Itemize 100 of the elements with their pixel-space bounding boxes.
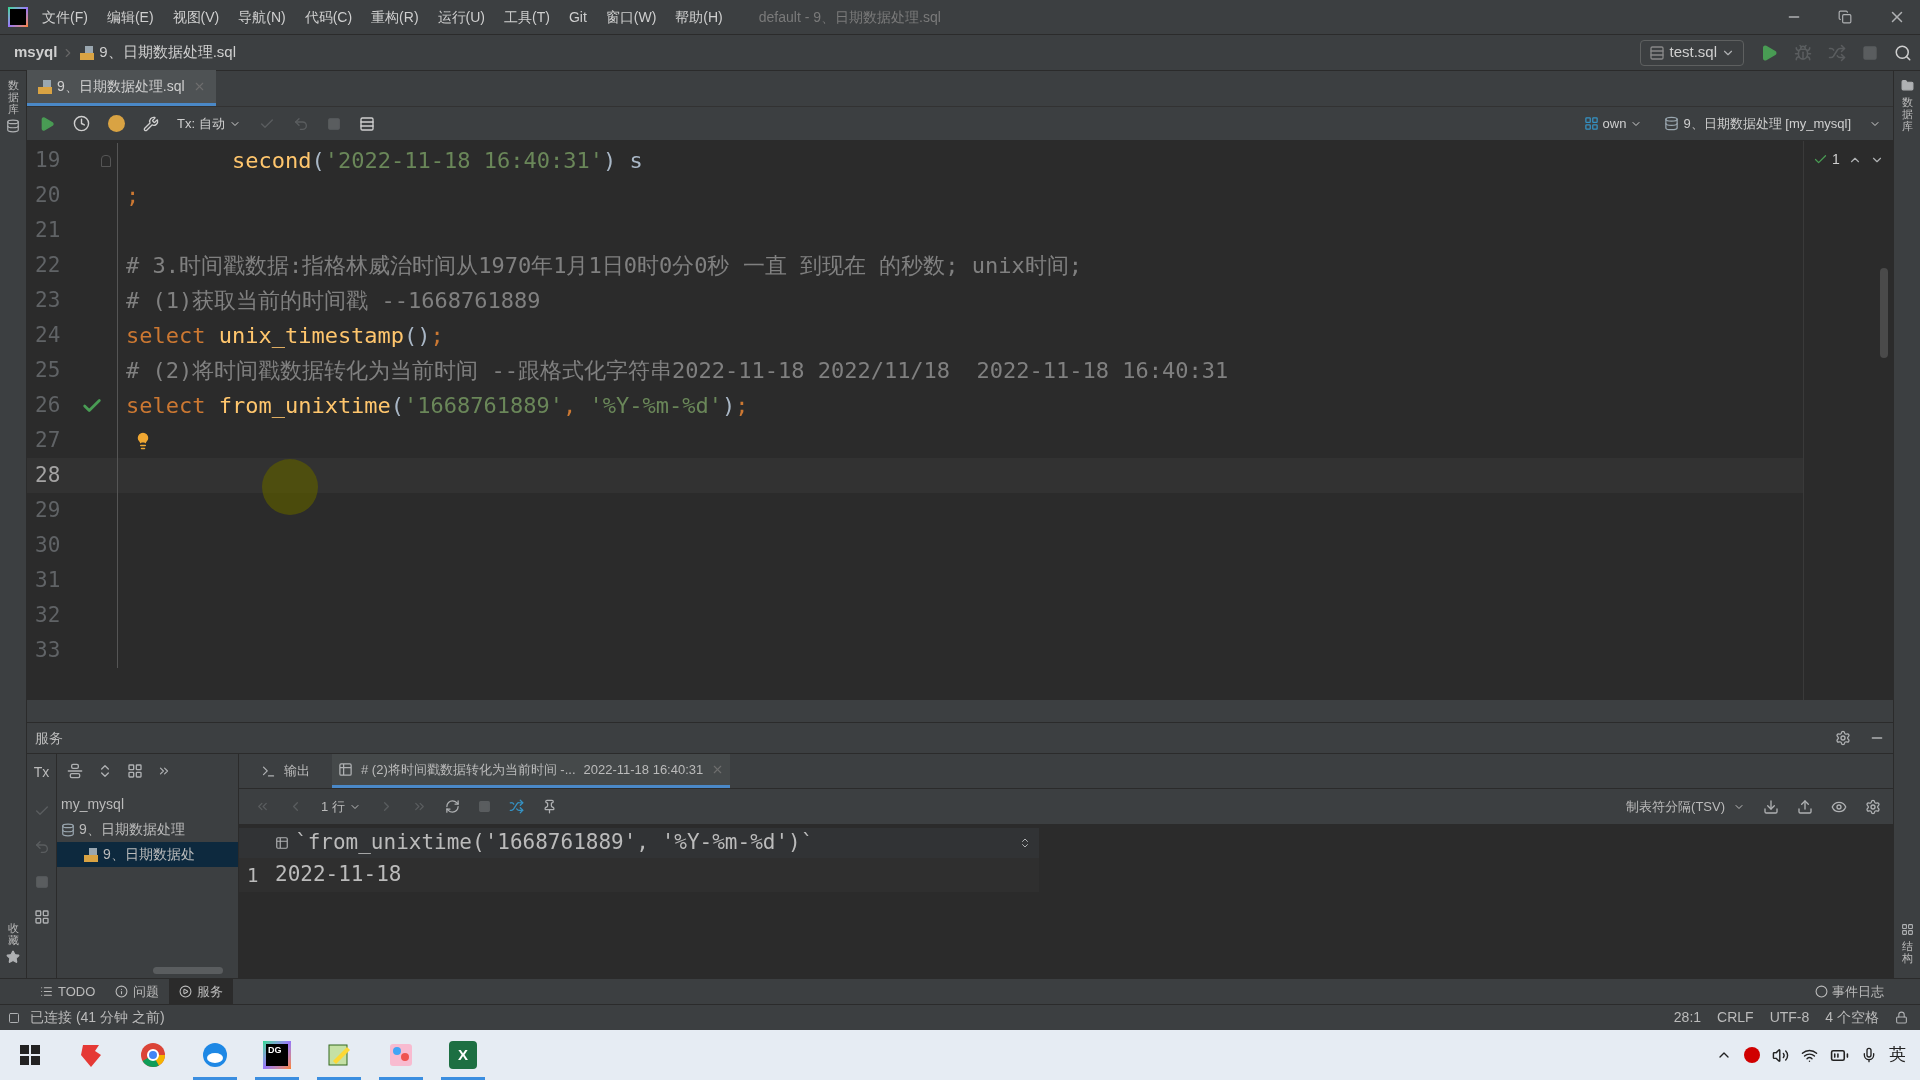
editor-tab[interactable]: 9、日期数据处理.sql (27, 70, 216, 106)
microphone-icon[interactable] (1861, 1047, 1877, 1063)
menu-item[interactable]: 视图(V) (172, 6, 220, 28)
line-number: 22 (34, 251, 62, 279)
row-count-dropdown[interactable]: 1 行 (321, 796, 361, 817)
fold-marker-icon[interactable] (101, 154, 111, 167)
database-side-tab[interactable]: 数据库 (7, 79, 19, 116)
compare-icon[interactable] (508, 799, 524, 814)
menu-item[interactable]: 导航(N) (238, 6, 286, 28)
group-icon[interactable] (127, 763, 143, 779)
line-ending[interactable]: CRLF (1717, 1007, 1754, 1028)
table-icon[interactable] (358, 115, 375, 132)
menu-item[interactable]: 帮助(H) (675, 6, 723, 28)
datagrip-app-icon[interactable]: DG (263, 1041, 291, 1069)
line-number: 27 (34, 426, 62, 454)
services-icon (179, 985, 193, 998)
line-number: 31 (34, 566, 62, 594)
export-format-dropdown[interactable]: 制表符分隔(TSV) (1626, 796, 1745, 817)
record-icon[interactable] (1744, 1047, 1760, 1063)
menu-item[interactable]: 窗口(W) (605, 6, 657, 28)
file-encoding[interactable]: UTF-8 (1769, 1007, 1810, 1028)
transaction-button[interactable]: Tx (33, 762, 50, 783)
status-message: 已连接 (41 分钟 之前) (30, 1008, 165, 1027)
menu-item[interactable]: 工具(T) (504, 6, 550, 28)
menu-item[interactable]: 文件(F) (42, 6, 88, 28)
tool-window-tab[interactable]: TODO (30, 978, 106, 1005)
search-icon[interactable] (1894, 43, 1912, 62)
expand-all-icon[interactable] (67, 763, 83, 779)
sql-file-icon (37, 78, 53, 95)
favorites-side-tab[interactable]: 收藏 (7, 921, 19, 946)
profile-icon[interactable] (108, 115, 125, 132)
database-icon[interactable] (6, 119, 20, 134)
menu-item[interactable]: 代码(C) (304, 6, 353, 28)
more-icon[interactable] (157, 764, 171, 778)
input-method-indicator[interactable]: 英 (1889, 1042, 1906, 1068)
execute-icon[interactable] (39, 115, 55, 132)
chrome-like-icon[interactable] (139, 1041, 167, 1069)
panel-toggle-icon[interactable] (8, 1011, 20, 1024)
caret-position[interactable]: 28:1 (1673, 1007, 1702, 1028)
run-config-dropdown[interactable]: test.sql (1640, 39, 1744, 66)
menu-item[interactable]: 运行(U) (437, 6, 485, 28)
sql-file-icon (83, 846, 99, 863)
star-icon[interactable] (6, 950, 20, 964)
upload-icon[interactable] (1797, 798, 1813, 815)
pin-icon[interactable] (541, 799, 557, 814)
excel-app-icon[interactable]: X (449, 1041, 477, 1069)
session-dropdown[interactable]: 9、日期数据处理 [my_mysql] (1664, 113, 1881, 134)
result-tab[interactable]: # (2)将时间戳数据转化为当前时间 -... 2022-11-18 16:40:31 (332, 754, 731, 788)
tree-item[interactable]: 9、日期数据处理 (57, 817, 238, 842)
code-line: select unix_timestamp(); (126, 322, 444, 350)
code-line: ; (126, 182, 140, 210)
menu-item[interactable]: 编辑(E) (106, 6, 154, 28)
sort-icon[interactable] (1019, 837, 1031, 849)
event-log-icon (1815, 985, 1828, 998)
project-name[interactable]: msyql (14, 41, 58, 64)
event-log-button[interactable]: 事件日志 (1815, 981, 1884, 1002)
layout-icon[interactable] (33, 909, 50, 925)
menu-item[interactable]: 重构(R) (371, 6, 419, 28)
structure-side-tab[interactable]: 结构 (1901, 939, 1913, 964)
paint-icon[interactable] (387, 1041, 415, 1069)
result-tab[interactable]: 输出 (255, 754, 316, 788)
tree-item[interactable]: 9、日期数据处 (57, 842, 238, 867)
structure-icon[interactable] (1900, 922, 1914, 936)
transaction-mode-dropdown[interactable]: Tx: 自动 (177, 113, 241, 134)
datasource-icon (1664, 116, 1680, 131)
download-icon[interactable] (1763, 798, 1779, 815)
folder-icon[interactable] (1900, 79, 1914, 92)
history-icon[interactable] (73, 115, 90, 132)
running-indicator (255, 1077, 299, 1080)
breadcrumb-file[interactable]: 9、日期数据处理.sql (99, 41, 237, 64)
tool-window-tab[interactable]: 问题 (105, 978, 170, 1005)
tree-item[interactable]: my_mysql (57, 792, 238, 817)
cloud-icon[interactable] (201, 1041, 229, 1069)
tool-window-tab[interactable]: 服务 (169, 978, 234, 1005)
column-icon (275, 836, 289, 850)
code-line: # 3.时间戳数据:指格林威治时间从1970年1月1日0时0分0秒 一直 到现在 的秒数; unix时间; (126, 252, 1082, 280)
settings-icon[interactable] (1835, 730, 1851, 746)
refresh-icon[interactable] (444, 799, 460, 814)
inspection-status[interactable]: 1 (1813, 149, 1840, 170)
start-icon[interactable] (20, 1045, 40, 1065)
scrollbar-thumb[interactable] (1879, 268, 1888, 358)
line-number: 23 (34, 286, 62, 314)
menu-item[interactable]: Git (568, 6, 587, 28)
app-logo-icon (8, 7, 28, 27)
line-number: 20 (34, 181, 62, 209)
indent-setting[interactable]: 4 个空格 (1825, 1007, 1879, 1028)
restore-icon[interactable] (1838, 10, 1852, 24)
line-number: 24 (34, 321, 62, 349)
lock-icon[interactable] (1895, 1011, 1908, 1024)
line-number: 28 (34, 461, 62, 489)
run-icon[interactable] (1760, 43, 1778, 62)
settings-icon[interactable] (1865, 798, 1881, 815)
line-number: 26 (34, 391, 62, 419)
horizontal-scrollbar[interactable] (153, 967, 223, 974)
sql-file-icon (79, 44, 96, 61)
volume-icon[interactable] (1772, 1046, 1789, 1064)
database-side-tab[interactable]: 数据库 (1901, 96, 1913, 133)
code-line: second('2022-11-18 16:40:31') s (231, 147, 643, 175)
schema-dropdown[interactable]: own (1583, 113, 1643, 134)
wrench-icon[interactable] (143, 115, 159, 132)
